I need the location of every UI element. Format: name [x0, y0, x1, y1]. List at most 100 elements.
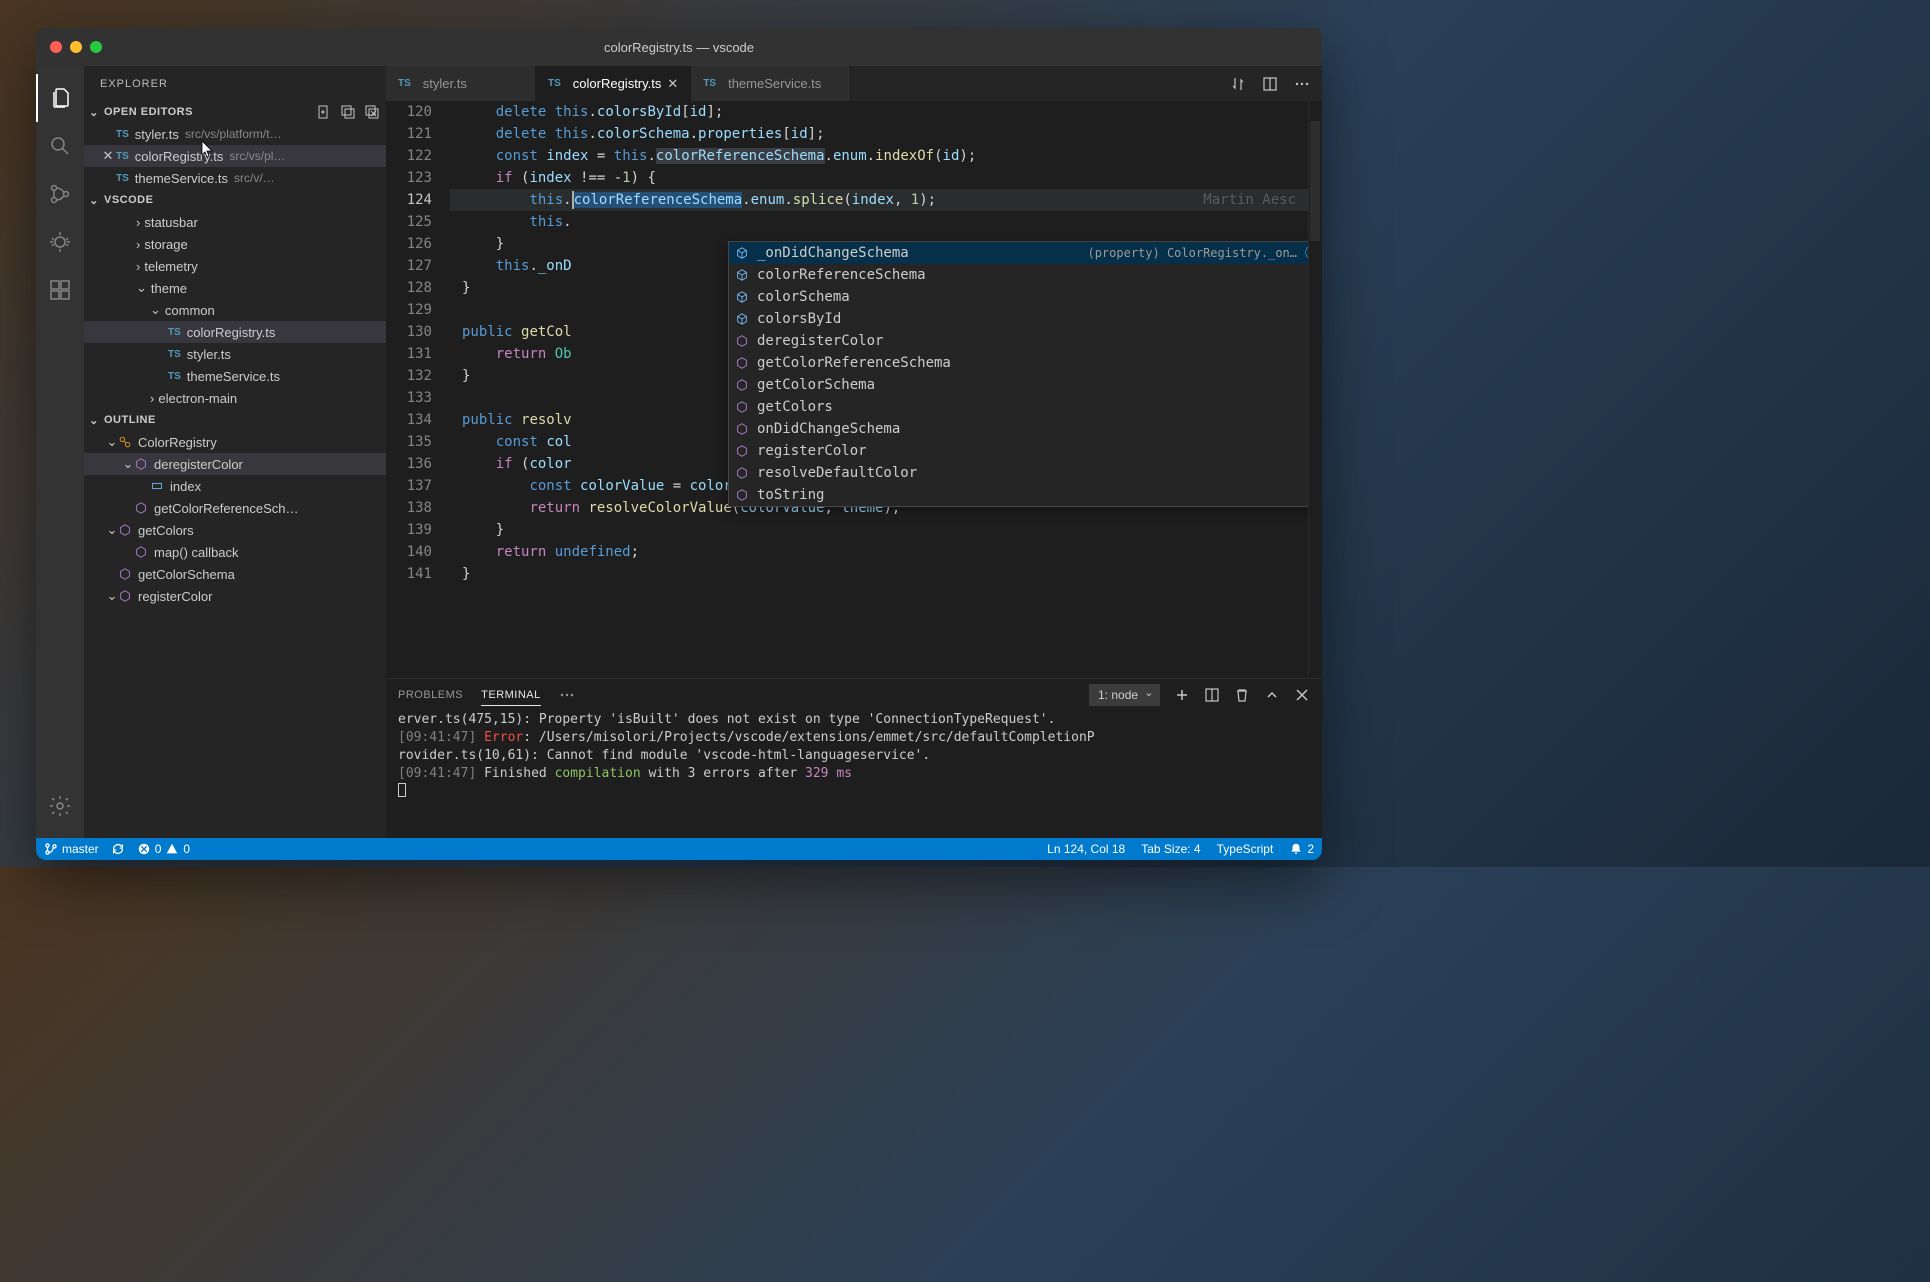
- suggest-item[interactable]: registerColor: [729, 440, 1322, 462]
- traffic-lights: [36, 41, 102, 53]
- file-item[interactable]: TScolorRegistry.ts: [84, 321, 386, 343]
- status-tabsize[interactable]: Tab Size: 4: [1141, 842, 1200, 856]
- suggest-item[interactable]: getColorReferenceSchema: [729, 352, 1322, 374]
- activity-settings[interactable]: [36, 782, 84, 830]
- panel-tab-terminal[interactable]: TERMINAL: [481, 685, 541, 706]
- new-file-icon[interactable]: [316, 104, 332, 120]
- suggest-item[interactable]: resolveDefaultColor: [729, 462, 1322, 484]
- folder-item[interactable]: › telemetry: [84, 255, 386, 277]
- window-maximize-button[interactable]: [90, 41, 102, 53]
- typescript-icon: TS: [116, 151, 129, 162]
- maximize-panel-icon[interactable]: [1264, 687, 1280, 703]
- activity-explorer[interactable]: [36, 74, 84, 122]
- editor-tab[interactable]: TS colorRegistry.ts ✕: [536, 66, 691, 101]
- window-title: colorRegistry.ts — vscode: [604, 40, 754, 55]
- status-branch[interactable]: master: [44, 842, 99, 856]
- close-icon[interactable]: ✕: [667, 76, 678, 92]
- open-editor-item[interactable]: ✕ TS styler.ts src/vs/platform/t…: [84, 123, 386, 145]
- terminal-select[interactable]: 1: node: [1089, 684, 1160, 706]
- workspace-header[interactable]: ⌄ VSCODE: [84, 189, 386, 211]
- folder-item[interactable]: › electron-main: [84, 387, 386, 409]
- close-all-icon[interactable]: [364, 104, 380, 120]
- vscode-window: colorRegistry.ts — vscode: [36, 28, 1322, 860]
- activity-scm[interactable]: [36, 170, 84, 218]
- split-terminal-icon[interactable]: [1204, 687, 1220, 703]
- tree-item-label: statusbar: [144, 215, 197, 230]
- suggest-item[interactable]: getColors: [729, 396, 1322, 418]
- window-minimize-button[interactable]: [70, 41, 82, 53]
- close-panel-icon[interactable]: [1294, 687, 1310, 703]
- symbol-method-icon: [733, 332, 751, 350]
- suggest-widget[interactable]: _onDidChangeSchema(property) ColorRegist…: [728, 241, 1322, 507]
- chevron-icon: ⌄: [150, 302, 161, 318]
- save-all-icon[interactable]: [340, 104, 356, 120]
- more-icon[interactable]: [559, 687, 575, 703]
- outline-item[interactable]: ⌄ registerColor: [84, 585, 386, 607]
- suggest-item[interactable]: _onDidChangeSchema(property) ColorRegist…: [729, 242, 1322, 264]
- chevron-down-icon: ⌄: [88, 106, 100, 119]
- split-editor-icon[interactable]: [1262, 76, 1278, 92]
- open-editor-item[interactable]: ✕ TS themeService.ts src/v/…: [84, 167, 386, 189]
- suggest-item[interactable]: deregisterColor: [729, 330, 1322, 352]
- sync-icon: [111, 842, 125, 856]
- suggest-item[interactable]: colorSchema: [729, 286, 1322, 308]
- outline-item[interactable]: getColorReferenceSch…: [84, 497, 386, 519]
- chevron-icon: ›: [136, 259, 140, 274]
- titlebar[interactable]: colorRegistry.ts — vscode: [36, 28, 1322, 66]
- file-item[interactable]: TS styler.ts: [84, 343, 386, 365]
- close-icon[interactable]: ✕: [100, 148, 116, 164]
- search-icon: [48, 134, 72, 158]
- open-editors-list: ✕ TS styler.ts src/vs/platform/t…✕ TS co…: [84, 123, 386, 189]
- editor-tab[interactable]: TS styler.ts ✕: [386, 66, 536, 101]
- outline-header[interactable]: ⌄ OUTLINE: [84, 409, 386, 431]
- file-item[interactable]: TSthemeService.ts: [84, 365, 386, 387]
- symbol-method-icon: [733, 398, 751, 416]
- folder-item[interactable]: ⌄ theme: [84, 277, 386, 299]
- suggest-item[interactable]: onDidChangeSchema: [729, 418, 1322, 440]
- suggest-item[interactable]: colorReferenceSchema: [729, 264, 1322, 286]
- editor-body[interactable]: 1201211221231241251261271281291301311321…: [386, 101, 1322, 678]
- folder-item[interactable]: › storage: [84, 233, 386, 255]
- open-editors-header[interactable]: ⌄ OPEN EDITORS: [84, 101, 386, 123]
- minimap[interactable]: [1308, 101, 1322, 678]
- outline-label: getColorSchema: [138, 567, 235, 582]
- terminal-output[interactable]: erver.ts(475,15): Property 'isBuilt' doe…: [386, 711, 1322, 838]
- status-problems[interactable]: 0 0: [137, 842, 190, 856]
- compare-changes-icon[interactable]: [1230, 76, 1246, 92]
- outline-label: index: [170, 479, 201, 494]
- more-icon[interactable]: [1294, 76, 1310, 92]
- outline-item[interactable]: ⌄ getColors: [84, 519, 386, 541]
- outline-item[interactable]: getColorSchema: [84, 563, 386, 585]
- suggest-label: getColorReferenceSchema: [757, 355, 951, 371]
- typescript-icon: TS: [168, 349, 181, 360]
- editor-actions: [1218, 66, 1322, 101]
- activity-debug[interactable]: [36, 218, 84, 266]
- status-lncol[interactable]: Ln 124, Col 18: [1047, 842, 1125, 856]
- folder-item[interactable]: › statusbar: [84, 211, 386, 233]
- window-close-button[interactable]: [50, 41, 62, 53]
- editor-tab[interactable]: TS themeService.ts ✕: [691, 66, 851, 101]
- outline-item[interactable]: ⌄ deregisterColor: [84, 453, 386, 475]
- activity-search[interactable]: [36, 122, 84, 170]
- folder-item[interactable]: ⌄ common: [84, 299, 386, 321]
- suggest-item[interactable]: getColorSchema: [729, 374, 1322, 396]
- outline-item[interactable]: index: [84, 475, 386, 497]
- status-language[interactable]: TypeScript: [1217, 842, 1274, 856]
- panel-tabs: PROBLEMS TERMINAL 1: node: [386, 679, 1322, 711]
- activity-extensions[interactable]: [36, 266, 84, 314]
- code-content[interactable]: delete this.colorsById[id]; delete this.…: [450, 101, 1308, 678]
- tree-item-label: styler.ts: [187, 347, 231, 362]
- panel-tab-problems[interactable]: PROBLEMS: [398, 685, 463, 705]
- status-notifications[interactable]: 2: [1289, 842, 1314, 856]
- outline-item[interactable]: ⌄ ColorRegistry: [84, 431, 386, 453]
- suggest-item[interactable]: colorsById: [729, 308, 1322, 330]
- chevron-icon: ›: [136, 215, 140, 230]
- open-editor-item[interactable]: ✕ TS colorRegistry.ts src/vs/pl…: [84, 145, 386, 167]
- minimap-thumb[interactable]: [1310, 121, 1320, 241]
- kill-terminal-icon[interactable]: [1234, 687, 1250, 703]
- new-terminal-icon[interactable]: [1174, 687, 1190, 703]
- outline-item[interactable]: map() callback: [84, 541, 386, 563]
- symbol-prop-icon: [733, 266, 751, 284]
- suggest-item[interactable]: toString: [729, 484, 1322, 506]
- status-sync[interactable]: [111, 842, 125, 856]
